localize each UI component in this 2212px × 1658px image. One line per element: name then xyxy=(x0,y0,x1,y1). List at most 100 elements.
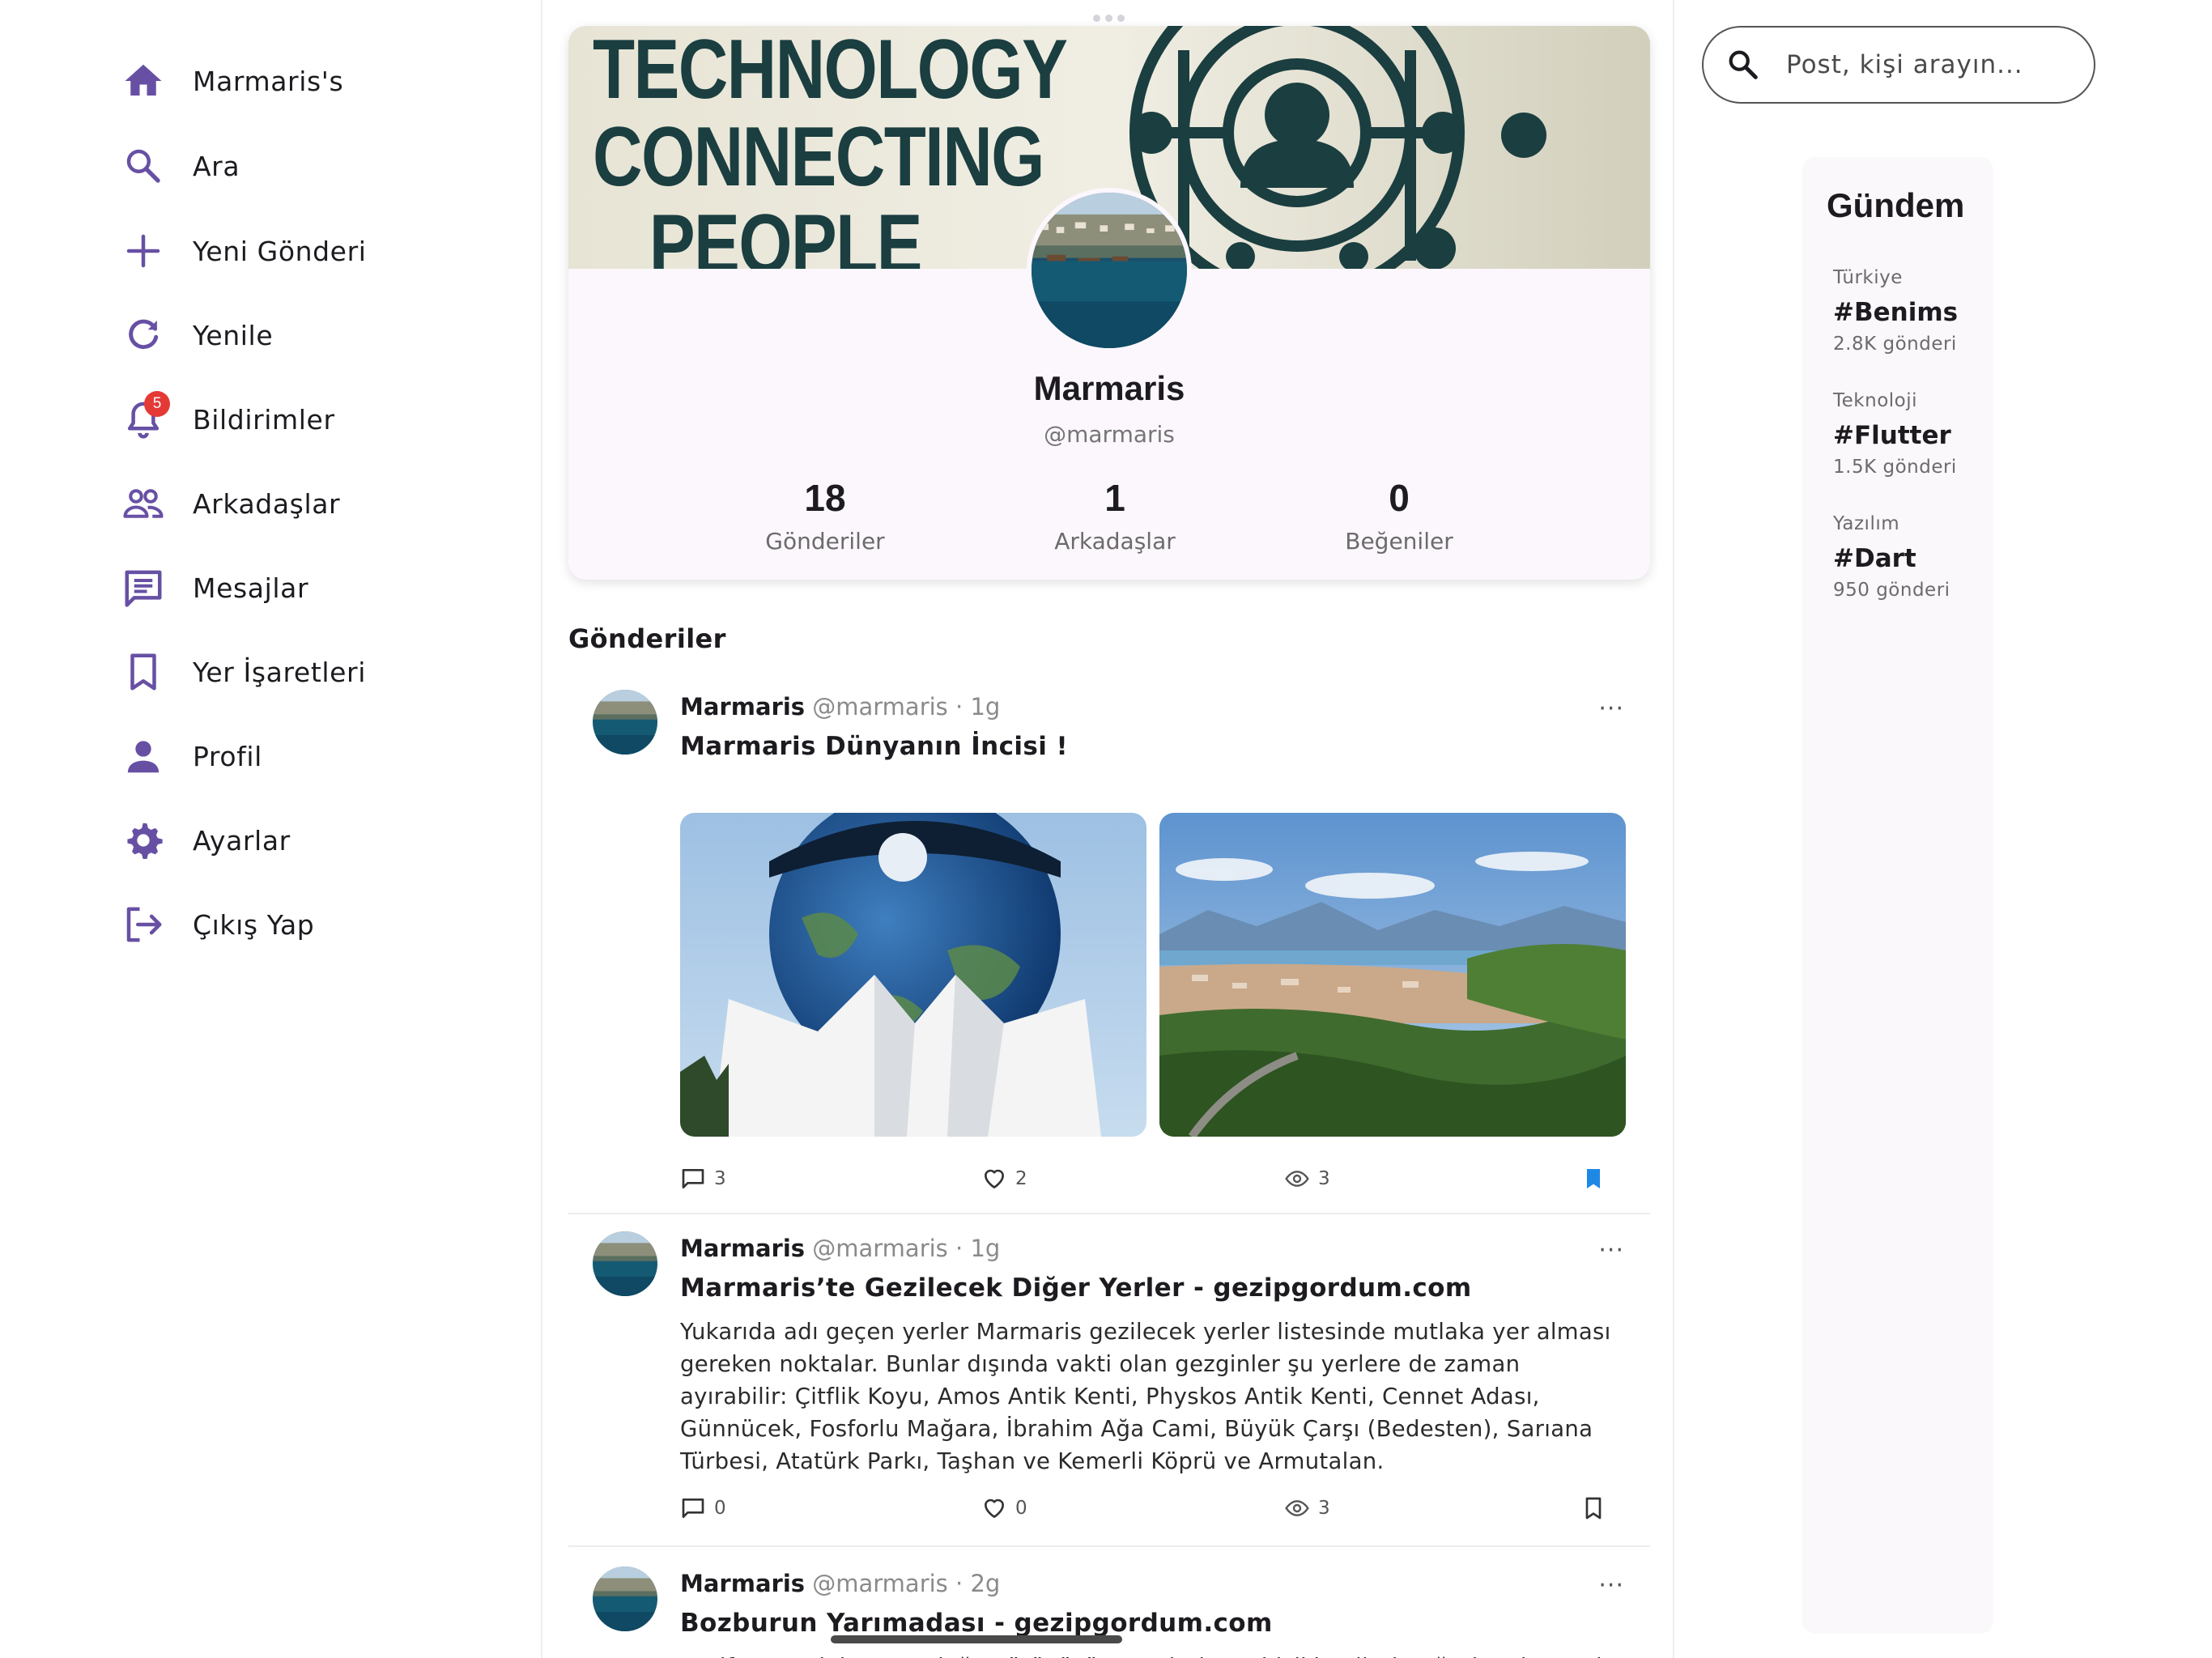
post-author[interactable]: Marmaris xyxy=(680,693,805,721)
trend-tag[interactable]: #Dart xyxy=(1833,544,1950,573)
heart-icon xyxy=(985,1499,1004,1518)
drag-handle[interactable] xyxy=(1093,15,1125,22)
post-meta: @marmaris · 2g xyxy=(812,1570,1001,1597)
trend-item[interactable]: Yazılım #Dart 950 gönderi xyxy=(1833,513,1950,601)
stat-value: 0 xyxy=(1389,477,1410,519)
banner-line-3: PEOPLE xyxy=(649,198,923,269)
nav-label: Profil xyxy=(193,740,262,772)
banner-line-2: CONNECTING xyxy=(593,110,1045,204)
profile-name: Marmaris xyxy=(1033,369,1185,407)
comment-count: 0 xyxy=(714,1498,726,1519)
post-title: Marmaris’te Gezilecek Diğer Yerler - gez… xyxy=(680,1273,1472,1303)
heart-icon xyxy=(985,1169,1004,1188)
nav-label: Yenile xyxy=(193,319,274,351)
trend-item[interactable]: Teknoloji #Flutter 1.5K gönderi xyxy=(1833,390,1957,478)
comment-button[interactable]: 3 xyxy=(680,1166,726,1192)
views-indicator: 3 xyxy=(1284,1166,1330,1192)
stat-label: Beğeniler xyxy=(1345,528,1453,555)
post-avatar[interactable] xyxy=(593,690,657,755)
search-box[interactable] xyxy=(1702,26,2095,104)
post-title: Marmaris Dünyanın İncisi ! xyxy=(680,732,1069,761)
nav-item-settings[interactable]: Ayarlar xyxy=(121,808,291,873)
trend-tag[interactable]: #Flutter xyxy=(1833,421,1957,450)
notification-badge: 5 xyxy=(144,391,170,417)
post-menu-button[interactable]: ··· xyxy=(1598,1571,1624,1600)
post-menu-button[interactable]: ··· xyxy=(1598,1236,1624,1265)
nav-item-search[interactable]: Ara xyxy=(121,134,240,198)
post-item[interactable]: Marmaris @marmaris · 2g ··· Bozburun Yar… xyxy=(568,1567,1650,1658)
like-count: 0 xyxy=(1015,1498,1027,1519)
eye-icon xyxy=(1285,1171,1309,1187)
nav-label: Yeni Gönderi xyxy=(193,235,367,267)
logout-icon xyxy=(121,903,165,946)
post-menu-button[interactable]: ··· xyxy=(1598,695,1624,723)
trend-item[interactable]: Türkiye #Benims 2.8K gönderi xyxy=(1833,267,1958,355)
nav-item-notifications[interactable]: 5 Bildirimler xyxy=(121,387,335,452)
stat-posts[interactable]: 18 Gönderiler xyxy=(704,476,946,555)
stat-label: Gönderiler xyxy=(765,528,885,555)
plus-icon xyxy=(121,229,165,273)
post-body: Keşif yapmak isteyen doğa yürüyüşü sever… xyxy=(680,1651,1627,1658)
post-item[interactable]: Marmaris @marmaris · 1g ··· Marmaris Dün… xyxy=(568,690,1650,1214)
main-feed[interactable]: TECHNOLOGY CONNECTING PEOPLE Marmaris @m… xyxy=(542,0,1673,1658)
trend-tag[interactable]: #Benims xyxy=(1833,298,1958,327)
trends-panel: Gündem Türkiye #Benims 2.8K gönderi Tekn… xyxy=(1802,157,1993,1634)
nav-item-bookmarks[interactable]: Yer İşaretleri xyxy=(121,640,366,704)
like-button[interactable]: 0 xyxy=(981,1495,1027,1521)
post-meta: @marmaris · 1g xyxy=(812,1235,1001,1262)
nav-item-messages[interactable]: Mesajlar xyxy=(121,555,308,620)
nav-label: Bildirimler xyxy=(193,403,335,436)
nav-item-home[interactable]: Marmaris's xyxy=(121,49,343,113)
post-avatar[interactable] xyxy=(593,1231,657,1296)
post-author[interactable]: Marmaris xyxy=(680,1235,805,1262)
trend-category: Türkiye xyxy=(1833,267,1903,288)
nav-item-friends[interactable]: Arkadaşlar xyxy=(121,471,340,536)
post-separator xyxy=(568,1213,1650,1214)
profile-card: TECHNOLOGY CONNECTING PEOPLE Marmaris @m… xyxy=(568,26,1650,580)
nav-label: Yer İşaretleri xyxy=(193,656,366,688)
post-body: Yukarıda adı geçen yerler Marmaris gezil… xyxy=(680,1319,1611,1474)
post-item[interactable]: Marmaris @marmaris · 1g ··· Marmaris’te … xyxy=(568,1231,1650,1565)
comment-button[interactable]: 0 xyxy=(680,1495,726,1521)
stat-likes[interactable]: 0 Beğeniler xyxy=(1278,476,1521,555)
trends-title: Gündem xyxy=(1827,186,1965,224)
scroll-indicator[interactable] xyxy=(831,1635,1122,1643)
post-author[interactable]: Marmaris xyxy=(680,1570,805,1597)
post-separator xyxy=(568,1545,1650,1547)
left-navigation: Marmaris's Ara Yeni Gönderi Yenile 5 Bil… xyxy=(0,0,541,1658)
post-header: Marmaris @marmaris · 1g xyxy=(680,1235,1000,1262)
nav-item-refresh[interactable]: Yenile xyxy=(121,303,273,368)
bell-icon: 5 xyxy=(121,391,170,441)
trend-count: 2.8K gönderi xyxy=(1833,334,1957,355)
trend-count: 950 gönderi xyxy=(1833,580,1950,601)
nav-item-new-post[interactable]: Yeni Gönderi xyxy=(121,219,367,283)
post-header: Marmaris @marmaris · 1g xyxy=(680,693,1000,721)
post-meta: @marmaris · 1g xyxy=(812,693,1001,721)
stat-value: 1 xyxy=(1104,477,1125,519)
like-button[interactable]: 2 xyxy=(981,1166,1027,1192)
message-icon xyxy=(121,566,165,610)
post-actions: 0 0 3 xyxy=(680,1495,1627,1528)
banner-text: TECHNOLOGY CONNECTING PEOPLE xyxy=(593,26,1068,269)
bookmark-button[interactable] xyxy=(1580,1495,1614,1521)
trend-category: Yazılım xyxy=(1833,513,1900,534)
refresh-icon xyxy=(121,313,165,357)
profile-avatar[interactable] xyxy=(1027,188,1192,353)
search-input[interactable] xyxy=(1786,50,2078,79)
nav-item-profile[interactable]: Profil xyxy=(121,724,262,789)
stat-friends[interactable]: 1 Arkadaşlar xyxy=(993,476,1236,555)
banner-line-1: TECHNOLOGY xyxy=(593,26,1068,117)
view-count: 3 xyxy=(1318,1168,1330,1189)
post-image[interactable] xyxy=(680,813,1146,1137)
bookmark-button[interactable] xyxy=(1580,1166,1614,1192)
post-avatar[interactable] xyxy=(593,1567,657,1631)
trend-category: Teknoloji xyxy=(1833,390,1918,411)
post-image[interactable] xyxy=(1159,813,1626,1137)
view-count: 3 xyxy=(1318,1498,1330,1519)
nav-item-logout[interactable]: Çıkış Yap xyxy=(121,892,314,957)
bookmark-filled-icon xyxy=(1587,1169,1600,1188)
eye-icon xyxy=(1285,1500,1309,1516)
people-icon xyxy=(121,482,165,525)
person-icon xyxy=(121,734,165,778)
post-title: Bozburun Yarımadası - gezipgordum.com xyxy=(680,1609,1273,1638)
